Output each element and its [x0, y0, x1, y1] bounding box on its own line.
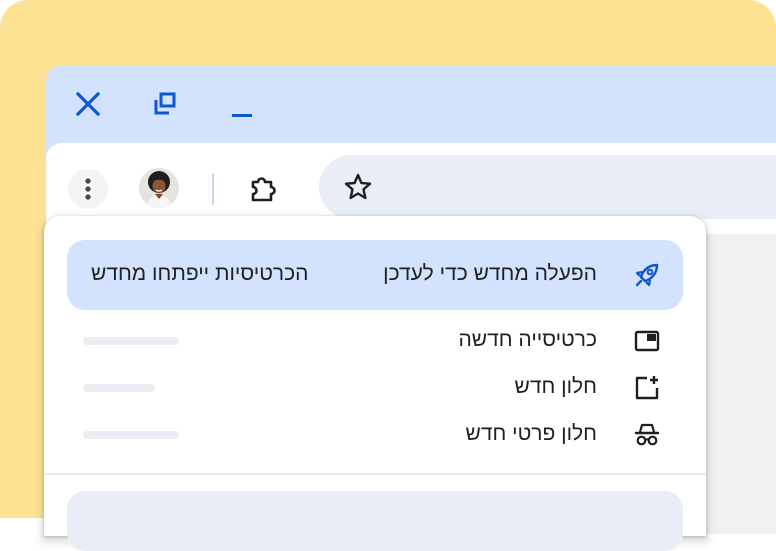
new-tab-icon: [634, 330, 660, 352]
menu-item-new-incognito-window[interactable]: חלון פרטי חדש: [67, 411, 683, 457]
new-window-icon: [635, 376, 659, 400]
relaunch-to-update-item[interactable]: הפעלה מחדש כדי לעדכן הכרטיסיות ייפתחו מח…: [67, 240, 683, 310]
menu-item-next[interactable]: [67, 491, 683, 551]
new-window-label: חלון חדש: [514, 375, 597, 398]
shortcut-placeholder: [83, 431, 179, 439]
close-icon: [75, 91, 101, 117]
incognito-icon: [634, 423, 660, 446]
new-incognito-window-label: חלון פרטי חדש: [465, 422, 597, 445]
shortcut-placeholder: [83, 337, 179, 345]
restore-button[interactable]: [145, 84, 185, 124]
extensions-button[interactable]: [244, 169, 284, 209]
close-button[interactable]: [68, 84, 108, 124]
rocket-icon: [635, 263, 659, 287]
app-menu: הפעלה מחדש כדי לעדכן הכרטיסיות ייפתחו מח…: [44, 216, 706, 551]
menu-item-new-window[interactable]: חלון חדש: [67, 364, 683, 410]
puzzle-piece-icon: [251, 177, 276, 202]
menu-item-new-tab[interactable]: כרטיסייה חדשה: [67, 317, 683, 363]
avatar-icon: [139, 168, 179, 208]
relaunch-label: הפעלה מחדש כדי לעדכן: [383, 262, 597, 285]
more-menu-button[interactable]: [68, 169, 108, 209]
more-vert-icon: [85, 178, 91, 200]
toolbar-separator: [212, 173, 214, 205]
menu-divider: [44, 473, 706, 475]
star-outline-icon[interactable]: [343, 172, 373, 202]
title-bar: [46, 65, 776, 143]
minimize-icon: [232, 114, 252, 117]
address-bar[interactable]: [319, 155, 776, 219]
new-tab-label: כרטיסייה חדשה: [458, 328, 598, 351]
profile-avatar[interactable]: [139, 168, 179, 208]
restore-icon: [154, 92, 176, 115]
relaunch-note: הכרטיסיות ייפתחו מחדש: [91, 262, 309, 285]
minimize-button[interactable]: [222, 89, 262, 129]
shortcut-placeholder: [83, 384, 155, 392]
